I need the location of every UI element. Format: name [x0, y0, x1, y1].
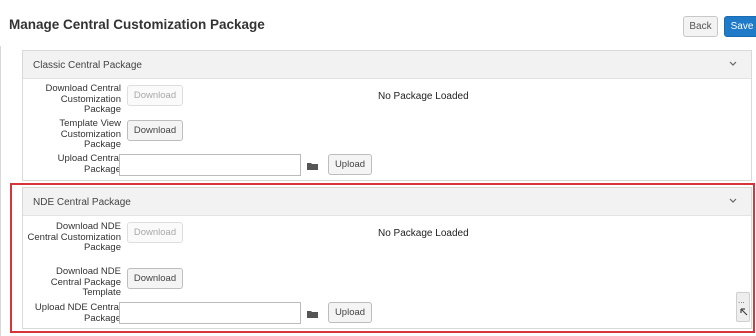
section-title: NDE Central Package: [33, 197, 131, 208]
more-dots-icon[interactable]: ...: [738, 296, 745, 305]
nde-section-header[interactable]: NDE Central Package: [23, 188, 751, 216]
nde-central-package-section: NDE Central Package Download NDE Central…: [22, 187, 752, 329]
save-button[interactable]: Save: [724, 16, 756, 37]
download-nde-template-label: Download NDE Central Package Template: [50, 266, 121, 298]
folder-icon[interactable]: [306, 309, 319, 319]
upload-nde-central-label: Upload NDE Central Package: [34, 302, 121, 324]
upload-nde-file-input[interactable]: [119, 302, 301, 324]
download-nde-central-label: Download NDE Central Customization Packa…: [27, 221, 121, 253]
chevron-down-icon[interactable]: [729, 59, 737, 69]
upload-central-button[interactable]: Upload: [328, 154, 372, 175]
download-nde-central-button[interactable]: Download: [127, 222, 183, 243]
page-title: Manage Central Customization Package: [9, 17, 265, 32]
page-header: Manage Central Customization Package Bac…: [0, 0, 756, 46]
classic-central-package-section: Classic Central Package Download Central…: [22, 50, 752, 181]
back-button[interactable]: Back: [683, 16, 718, 37]
folder-icon[interactable]: [306, 161, 319, 171]
download-central-button[interactable]: Download: [127, 85, 183, 106]
download-nde-template-button[interactable]: Download: [127, 268, 183, 289]
upload-central-label: Upload Central Package: [57, 153, 121, 175]
upload-nde-button[interactable]: Upload: [328, 302, 372, 323]
download-central-label: Download Central Customization Package: [45, 83, 121, 115]
chevron-down-icon[interactable]: [729, 196, 737, 206]
download-template-view-button[interactable]: Download: [127, 120, 183, 141]
side-tool-widget[interactable]: ...: [736, 292, 750, 322]
upload-central-file-input[interactable]: [119, 154, 301, 176]
arrow-cursor-icon: [740, 308, 748, 316]
classic-section-header[interactable]: Classic Central Package: [23, 51, 751, 79]
section-title: Classic Central Package: [33, 60, 142, 71]
template-view-label: Template View Customization Package: [59, 118, 121, 150]
package-status: No Package Loaded: [378, 228, 469, 239]
package-status: No Package Loaded: [378, 91, 469, 102]
